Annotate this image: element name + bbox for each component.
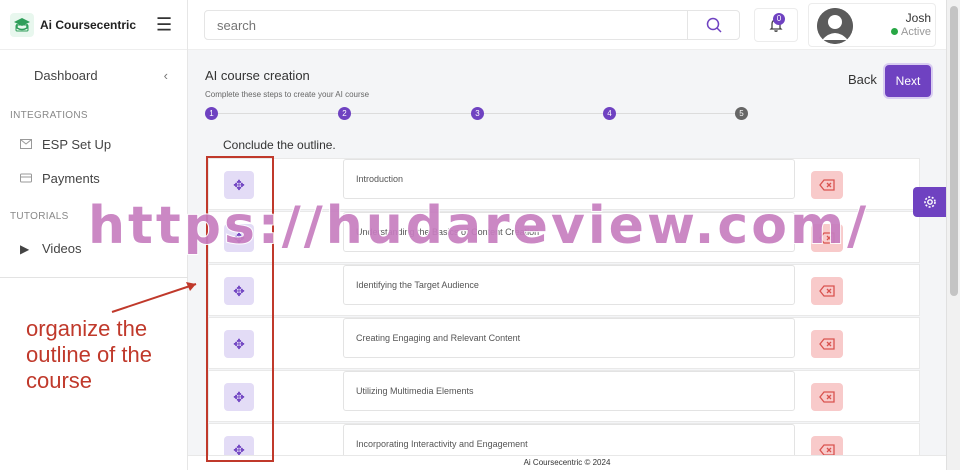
- search-button[interactable]: [687, 11, 739, 39]
- gear-icon: [923, 196, 936, 208]
- step-2[interactable]: 2: [338, 107, 351, 120]
- user-menu[interactable]: Josh Active: [808, 3, 936, 47]
- backspace-icon: [819, 179, 835, 191]
- outline-heading: Conclude the outline.: [223, 138, 336, 152]
- user-status-label: Active: [901, 26, 931, 38]
- list-item: ✥ Utilizing Multimedia Elements: [208, 370, 920, 422]
- sidebar-item-label: ESP Set Up: [42, 137, 112, 152]
- avatar: [817, 8, 853, 44]
- list-item: ✥ Creating Engaging and Relevant Content: [208, 317, 920, 369]
- user-status: Active: [867, 26, 931, 38]
- search-input[interactable]: [205, 11, 675, 39]
- user-name: Josh: [905, 11, 931, 25]
- sidebar-item-label: Videos: [42, 241, 82, 256]
- list-item: ✥ Identifying the Target Audience: [208, 264, 920, 316]
- app-root: Ai Coursecentric ☰ Dashboard ‹ INTEGRATI…: [0, 0, 960, 470]
- outline-item-field[interactable]: Utilizing Multimedia Elements: [343, 371, 795, 411]
- scrollbar[interactable]: [946, 0, 960, 470]
- outline-item-field[interactable]: Identifying the Target Audience: [343, 265, 795, 305]
- delete-button[interactable]: [811, 171, 843, 199]
- step-3[interactable]: 3: [471, 107, 484, 120]
- outline-item-field[interactable]: Creating Engaging and Relevant Content: [343, 318, 795, 358]
- backspace-icon: [819, 285, 835, 297]
- annotation-text: organize the outline of the course: [26, 316, 152, 393]
- step-1[interactable]: 1: [205, 107, 218, 120]
- step-4[interactable]: 4: [603, 107, 616, 120]
- sidebar-item-dashboard[interactable]: Dashboard ‹: [0, 62, 188, 88]
- brand-name: Ai Coursecentric: [40, 17, 137, 32]
- mail-icon: [20, 138, 34, 152]
- sidebar-item-payments[interactable]: Payments: [20, 171, 100, 186]
- section-label-tutorials: TUTORIALS: [10, 211, 69, 222]
- section-label-integrations: INTEGRATIONS: [10, 110, 88, 121]
- next-button[interactable]: Next: [885, 65, 931, 97]
- topbar: 0 Josh Active: [188, 0, 946, 50]
- delete-button[interactable]: [811, 330, 843, 358]
- scrollbar-thumb[interactable]: [950, 6, 958, 296]
- settings-button[interactable]: [913, 187, 946, 217]
- chevron-left-icon: ‹: [163, 67, 168, 83]
- notification-count-badge: 0: [773, 13, 785, 25]
- outline-item-field[interactable]: Introduction: [343, 159, 795, 199]
- step-5[interactable]: 5: [735, 107, 748, 120]
- page-title: AI course creation: [205, 68, 310, 83]
- hamburger-menu-icon[interactable]: ☰: [156, 15, 172, 36]
- main-content: AI course creation Complete these steps …: [188, 50, 946, 470]
- page-subtitle: Complete these steps to create your AI c…: [205, 90, 370, 99]
- graduation-cap-icon: [10, 12, 34, 37]
- sidebar-item-videos[interactable]: ▶ Videos: [20, 241, 82, 256]
- search-bar: [204, 10, 740, 40]
- search-icon: [706, 17, 722, 33]
- delete-button[interactable]: [811, 383, 843, 411]
- delete-button[interactable]: [811, 277, 843, 305]
- sidebar-item-label: Dashboard: [34, 67, 98, 83]
- card-icon: [20, 172, 34, 186]
- status-dot: [891, 28, 899, 35]
- arrow-icon: [111, 282, 197, 313]
- notifications-button[interactable]: 0: [754, 8, 798, 42]
- backspace-icon: [819, 338, 835, 350]
- stepper: 1 2 3 4 5: [205, 107, 748, 121]
- play-icon: ▶: [20, 241, 30, 256]
- back-button[interactable]: Back: [848, 72, 877, 87]
- sidebar-item-esp-setup[interactable]: ESP Set Up: [20, 137, 111, 152]
- footer: Ai Coursecentric © 2024: [188, 455, 946, 470]
- backspace-icon: [819, 391, 835, 403]
- watermark: https://hudareview.com/: [87, 195, 870, 257]
- sidebar-item-label: Payments: [42, 171, 100, 186]
